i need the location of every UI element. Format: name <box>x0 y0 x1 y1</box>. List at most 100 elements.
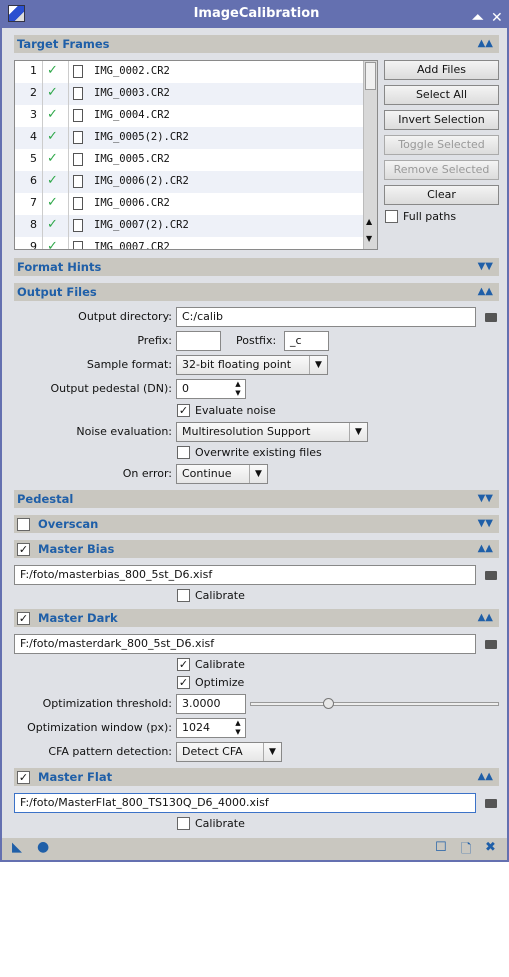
full-paths-checkbox[interactable] <box>385 210 398 223</box>
clear-button[interactable]: Clear <box>384 185 499 205</box>
new-instance-icon[interactable]: ◣ <box>12 840 22 855</box>
reset-icon[interactable]: 🗋 <box>461 840 471 862</box>
file-icon <box>73 65 83 78</box>
section-master-bias[interactable]: ✓ Master Bias ▲▲ <box>14 540 499 558</box>
remove-selected-button[interactable]: Remove Selected <box>384 160 499 180</box>
check-icon[interactable]: ✓ <box>47 127 58 147</box>
spin-arrows-icon[interactable]: ▲ ▼ <box>231 380 245 398</box>
invert-selection-button[interactable]: Invert Selection <box>384 110 499 130</box>
master-dark-path-input[interactable]: F:/foto/masterdark_800_5st_D6.xisf <box>14 634 476 654</box>
master-flat-checkbox[interactable]: ✓ <box>17 771 30 784</box>
file-name: IMG_0005(2).CR2 <box>94 131 189 143</box>
sample-format-label: Sample format: <box>86 358 172 371</box>
output-directory-input[interactable]: C:/calib <box>176 307 476 327</box>
file-icon <box>73 197 83 210</box>
file-icon <box>73 219 83 232</box>
postfix-label: Postfix: <box>236 334 277 347</box>
file-name: IMG_0007(2).CR2 <box>94 219 189 231</box>
overwrite-checkbox[interactable] <box>177 446 190 459</box>
master-bias-path-input[interactable]: F:/foto/masterbias_800_5st_D6.xisf <box>14 565 476 585</box>
prefix-input[interactable] <box>176 331 221 351</box>
row-number: 8 <box>30 218 37 231</box>
row-number: 4 <box>30 130 37 143</box>
cfa-detection-select[interactable]: Detect CFA ▼ <box>176 742 282 762</box>
expand-icon[interactable]: ▼▼ <box>478 258 493 276</box>
file-name: IMG_0002.CR2 <box>94 65 170 77</box>
close-icon[interactable]: ✕ <box>491 5 503 32</box>
section-pedestal[interactable]: Pedestal ▼▼ <box>14 490 499 508</box>
spin-arrows-icon[interactable]: ▲ ▼ <box>231 719 245 737</box>
check-icon[interactable]: ✓ <box>47 61 58 81</box>
output-directory-label: Output directory: <box>78 310 172 323</box>
collapse-icon[interactable]: ▲▲ <box>478 768 493 786</box>
browse-documentation-icon[interactable]: ☐ <box>435 840 447 855</box>
section-target-frames[interactable]: Target Frames ▲▲ <box>14 35 499 53</box>
section-overscan[interactable]: Overscan ▼▼ <box>14 515 499 533</box>
overscan-checkbox[interactable] <box>17 518 30 531</box>
collapse-icon[interactable]: ▲▲ <box>478 609 493 627</box>
optimization-threshold-slider[interactable] <box>250 698 499 709</box>
row-number: 5 <box>30 152 37 165</box>
collapse-all-icon[interactable]: ✖ <box>485 840 496 855</box>
optimization-window-spinbox[interactable]: 1024 ▲ ▼ <box>176 718 246 738</box>
collapse-icon[interactable]: ▲▲ <box>478 35 493 53</box>
folder-icon[interactable] <box>485 571 497 580</box>
output-pedestal-spinbox[interactable]: 0 ▲ ▼ <box>176 379 246 399</box>
file-icon <box>73 87 83 100</box>
collapse-icon[interactable]: ▲▲ <box>478 540 493 558</box>
apply-global-icon[interactable]: ● <box>37 839 49 855</box>
row-number: 7 <box>30 196 37 209</box>
noise-evaluation-select[interactable]: Multiresolution Support ▼ <box>176 422 368 442</box>
file-name: IMG_0006.CR2 <box>94 197 170 209</box>
chevron-down-icon: ▼ <box>263 743 281 761</box>
title-bar: ImageCalibration ⏶ ✕ <box>2 0 509 28</box>
file-name: IMG_0007.CR2 <box>94 241 170 250</box>
section-output-files[interactable]: Output Files ▲▲ <box>14 283 499 301</box>
select-all-button[interactable]: Select All <box>384 85 499 105</box>
check-icon[interactable]: ✓ <box>47 237 58 249</box>
check-icon[interactable]: ✓ <box>47 83 58 103</box>
folder-icon[interactable] <box>485 640 497 649</box>
flat-calibrate-checkbox[interactable] <box>177 817 190 830</box>
folder-icon[interactable] <box>485 313 497 322</box>
check-icon[interactable]: ✓ <box>47 149 58 169</box>
sample-format-select[interactable]: 32-bit floating point ▼ <box>176 355 328 375</box>
dark-optimize-checkbox[interactable]: ✓ <box>177 676 190 689</box>
postfix-input[interactable]: _c <box>284 331 329 351</box>
section-format-hints[interactable]: Format Hints ▼▼ <box>14 258 499 276</box>
check-icon[interactable]: ✓ <box>47 105 58 125</box>
on-error-select[interactable]: Continue ▼ <box>176 464 268 484</box>
folder-icon[interactable] <box>485 799 497 808</box>
row-number: 1 <box>30 64 37 77</box>
collapse-icon[interactable]: ▲▲ <box>478 283 493 301</box>
section-master-flat[interactable]: ✓ Master Flat ▲▲ <box>14 768 499 786</box>
noise-evaluation-label: Noise evaluation: <box>76 425 172 438</box>
bias-calibrate-checkbox[interactable] <box>177 589 190 602</box>
expand-icon[interactable]: ▼▼ <box>478 515 493 533</box>
expand-icon[interactable]: ▼▼ <box>478 490 493 508</box>
master-bias-checkbox[interactable]: ✓ <box>17 543 30 556</box>
selected-value: Multiresolution Support <box>182 425 311 438</box>
bottom-toolbar: ◣ ● ☐ 🗋 ✖ <box>2 838 507 860</box>
check-icon[interactable]: ✓ <box>47 215 58 235</box>
target-frames-list[interactable]: 9 ✓ IMG_0007.CR2 8 ✓ IMG_0007(2).CR2 7 ✓ IMG_000… <box>14 60 378 250</box>
row-number: 2 <box>30 86 37 99</box>
master-flat-path-input[interactable]: F:/foto/MasterFlat_800_TS130Q_D6_4000.xi… <box>14 793 476 813</box>
master-dark-checkbox[interactable]: ✓ <box>17 612 30 625</box>
evaluate-noise-checkbox[interactable]: ✓ <box>177 404 190 417</box>
section-title: Overscan <box>38 517 99 531</box>
optimization-threshold-input[interactable]: 3.0000 <box>176 694 246 714</box>
toggle-selected-button[interactable]: Toggle Selected <box>384 135 499 155</box>
section-title: Master Dark <box>38 611 118 625</box>
scrollbar[interactable]: ▲ ▼ <box>363 61 377 249</box>
check-icon[interactable]: ✓ <box>47 171 58 191</box>
slider-handle[interactable] <box>322 698 334 709</box>
dark-calibrate-checkbox[interactable]: ✓ <box>177 658 190 671</box>
shade-icon[interactable]: ⏶ <box>472 5 483 32</box>
section-master-dark[interactable]: ✓ Master Dark ▲▲ <box>14 609 499 627</box>
output-pedestal-label: Output pedestal (DN): <box>50 382 172 395</box>
spin-value: 1024 <box>182 721 210 734</box>
check-icon[interactable]: ✓ <box>47 193 58 213</box>
add-files-button[interactable]: Add Files <box>384 60 499 80</box>
row-number: 3 <box>30 108 37 121</box>
